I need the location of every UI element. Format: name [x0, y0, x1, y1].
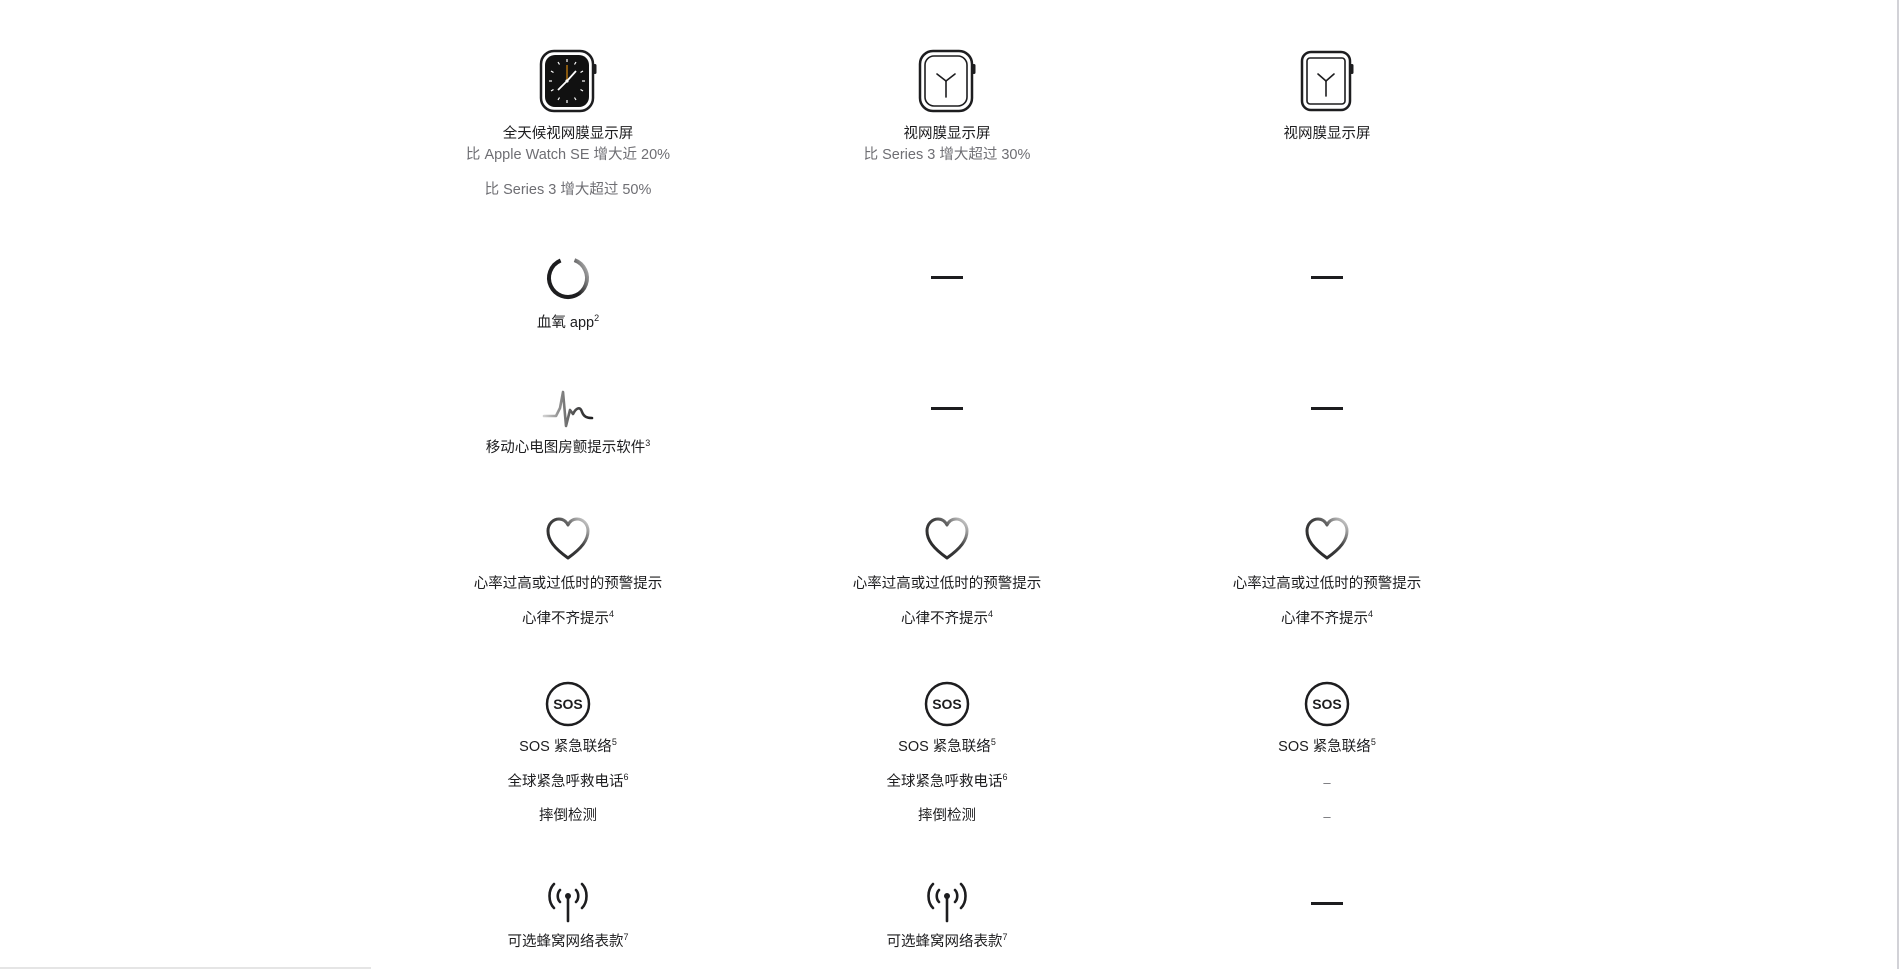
blood-oxygen-feature: [787, 276, 1107, 279]
sos-label: SOS 紧急联络: [898, 739, 991, 755]
irregular-rhythm-label: 心律不齐提示: [1280, 611, 1368, 627]
watch-retina-icon: [918, 49, 976, 113]
footnote-marker[interactable]: 4: [988, 609, 993, 619]
safety-feature: SOS SOS 紧急联络5 全球紧急呼救电话6 摔倒检测: [408, 680, 728, 827]
watch-retina-small-icon: [1300, 50, 1354, 112]
blood-oxygen-icon: [547, 257, 589, 299]
blood-oxygen-feature: [1167, 276, 1487, 279]
sos-icon: SOS: [1304, 681, 1350, 727]
heart-rate-alert-label: 心率过高或过低时的预警提示: [473, 576, 663, 592]
not-available-dash-icon: [1311, 902, 1343, 905]
sos-icon: SOS: [545, 681, 591, 727]
model-column-3: 视网膜显示屏 心率过高或过低时的预警提示 心律不齐提示4 SOS SOS 紧急联…: [1167, 0, 1487, 969]
cellular-feature: 可选蜂窝网络表款7: [787, 879, 1107, 953]
display-size-compare-se: 比 Apple Watch SE 增大近 20%: [465, 147, 671, 163]
footnote-marker[interactable]: 7: [1002, 932, 1007, 942]
comparison-page: 全天候视网膜显示屏 比 Apple Watch SE 增大近 20% 比 Ser…: [0, 0, 1899, 969]
footnote-marker[interactable]: 4: [609, 609, 614, 619]
blood-oxygen-feature: 血氧 app2: [408, 254, 728, 334]
footnote-marker[interactable]: 5: [991, 737, 996, 747]
heart-icon: [925, 517, 969, 560]
heart-rate-alert-label: 心率过高或过低时的预警提示: [1232, 576, 1422, 592]
ecg-label: 移动心电图房颤提示软件: [485, 440, 646, 456]
not-available-dash-icon: [931, 407, 963, 410]
not-available-dash-icon: [1311, 407, 1343, 410]
display-feature: 视网膜显示屏 比 Series 3 增大超过 30%: [787, 49, 1107, 166]
footnote-marker[interactable]: 2: [594, 313, 599, 323]
sos-icon-text: SOS: [1312, 696, 1342, 712]
cellular-label: 可选蜂窝网络表款: [507, 934, 624, 950]
sos-icon-text: SOS: [932, 696, 962, 712]
display-feature: 全天候视网膜显示屏 比 Apple Watch SE 增大近 20% 比 Ser…: [408, 49, 728, 201]
heart-feature: 心率过高或过低时的预警提示 心律不齐提示4: [1167, 516, 1487, 630]
display-feature: 视网膜显示屏: [1167, 49, 1487, 145]
model-column-1: 全天候视网膜显示屏 比 Apple Watch SE 增大近 20% 比 Ser…: [408, 0, 728, 969]
sos-label: SOS 紧急联络: [1278, 739, 1371, 755]
heart-rate-alert-label: 心率过高或过低时的预警提示: [852, 576, 1042, 592]
ecg-feature: [787, 407, 1107, 410]
display-title: 全天候视网膜显示屏: [502, 126, 634, 142]
irregular-rhythm-label: 心律不齐提示: [900, 611, 988, 627]
cellular-feature: 可选蜂窝网络表款7: [408, 879, 728, 953]
display-title: 视网膜显示屏: [1283, 126, 1371, 142]
model-column-2: 视网膜显示屏 比 Series 3 增大超过 30% 心率过高或过低时的预警提示…: [787, 0, 1107, 969]
cellular-label: 可选蜂窝网络表款: [886, 934, 1003, 950]
ecg-icon: [542, 390, 594, 428]
cellular-feature: [1167, 902, 1487, 905]
heart-icon: [546, 517, 590, 560]
international-emergency-unavailable: –: [1323, 775, 1331, 790]
not-available-dash-icon: [931, 276, 963, 279]
footnote-marker[interactable]: 5: [1371, 737, 1376, 747]
sos-icon-text: SOS: [553, 696, 583, 712]
footnote-marker[interactable]: 5: [612, 737, 617, 747]
fall-detection-unavailable: –: [1323, 809, 1331, 824]
display-size-compare-s3: 比 Series 3 增大超过 30%: [863, 147, 1031, 163]
international-emergency-label: 全球紧急呼救电话: [886, 774, 1003, 790]
irregular-rhythm-label: 心律不齐提示: [521, 611, 609, 627]
fall-detection-label: 摔倒检测: [539, 808, 597, 824]
heart-icon: [1305, 517, 1349, 560]
heart-feature: 心率过高或过低时的预警提示 心律不齐提示4: [408, 516, 728, 630]
footnote-marker[interactable]: 7: [623, 932, 628, 942]
cellular-antenna-icon: [548, 882, 588, 923]
footnote-marker[interactable]: 3: [645, 438, 650, 448]
safety-feature: SOS SOS 紧急联络5 – –: [1167, 680, 1487, 827]
watch-always-on-icon: [539, 49, 597, 113]
not-available-dash-icon: [1311, 276, 1343, 279]
footnote-marker[interactable]: 4: [1368, 609, 1373, 619]
safety-feature: SOS SOS 紧急联络5 全球紧急呼救电话6 摔倒检测: [787, 680, 1107, 827]
sos-icon: SOS: [924, 681, 970, 727]
cellular-antenna-icon: [927, 882, 967, 923]
international-emergency-label: 全球紧急呼救电话: [507, 774, 624, 790]
heart-feature: 心率过高或过低时的预警提示 心律不齐提示4: [787, 516, 1107, 630]
footnote-marker[interactable]: 6: [1002, 772, 1007, 782]
footnote-marker[interactable]: 6: [623, 772, 628, 782]
fall-detection-label: 摔倒检测: [918, 808, 976, 824]
ecg-feature: [1167, 407, 1487, 410]
blood-oxygen-label: 血氧 app: [536, 315, 595, 331]
ecg-feature: 移动心电图房颤提示软件3: [408, 386, 728, 459]
sos-label: SOS 紧急联络: [519, 739, 612, 755]
display-title: 视网膜显示屏: [903, 126, 991, 142]
display-size-compare-s3: 比 Series 3 增大超过 50%: [484, 182, 652, 198]
